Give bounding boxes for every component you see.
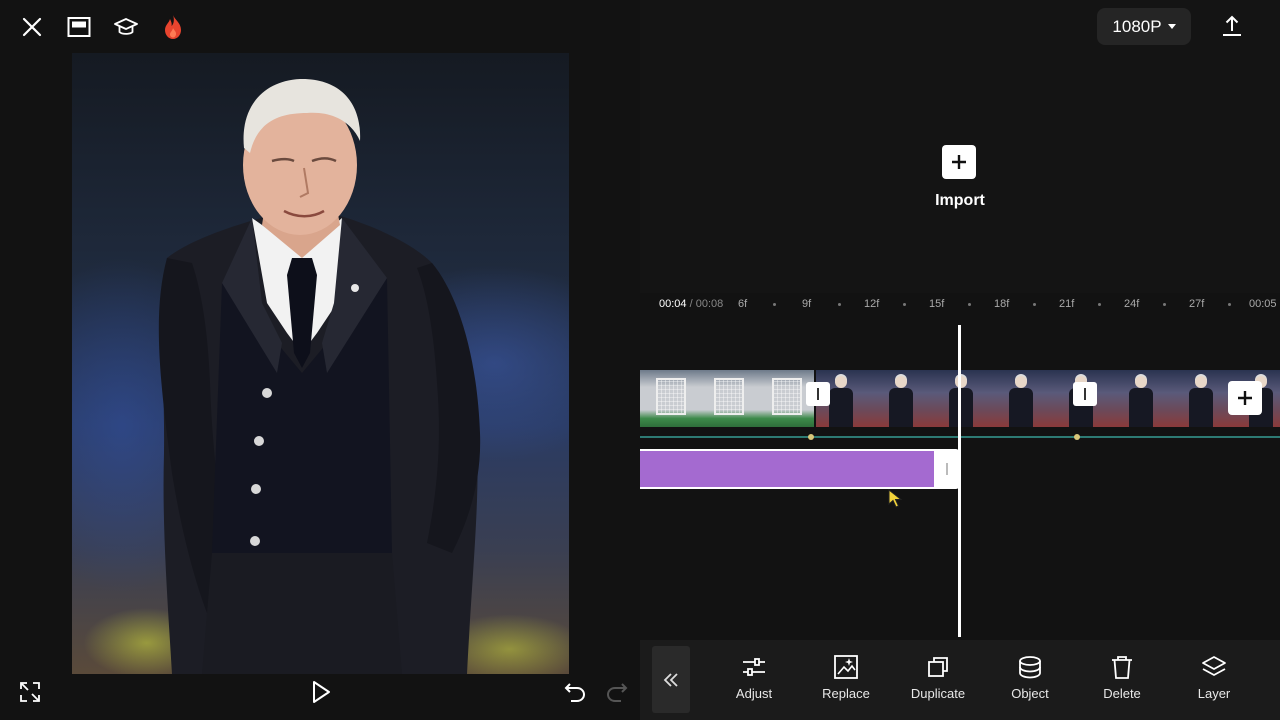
- current-time: 00:04: [659, 298, 687, 310]
- transition-marker[interactable]: [806, 382, 830, 406]
- redo-icon[interactable]: [604, 679, 630, 705]
- duplicate-icon: [928, 657, 948, 677]
- tool-duplicate[interactable]: Duplicate: [898, 654, 978, 701]
- total-time: 00:08: [695, 298, 724, 310]
- double-chevron-left-icon: [663, 672, 678, 687]
- fire-icon[interactable]: [158, 12, 188, 42]
- canvas-area: 1080P Import: [640, 0, 1280, 293]
- tick-dot: [1228, 303, 1231, 306]
- tool-label: Replace: [822, 686, 870, 701]
- tool-replace[interactable]: Replace: [806, 654, 886, 701]
- clip-thumbnail: [698, 370, 756, 427]
- clip-thumbnail: [640, 370, 698, 427]
- tick-dot: [838, 303, 841, 306]
- tick-dot: [773, 303, 776, 306]
- tick-dot: [1033, 303, 1036, 306]
- tick-label: 18f: [994, 298, 1010, 310]
- tool-adjust[interactable]: Adjust: [714, 654, 794, 701]
- close-icon[interactable]: [17, 12, 47, 42]
- tool-object[interactable]: Object: [990, 654, 1070, 701]
- collapse-toolbar-button[interactable]: [652, 646, 690, 713]
- tool-label: Delete: [1103, 686, 1141, 701]
- replace-icon: [834, 655, 858, 679]
- overlay-clip[interactable]: [640, 449, 936, 489]
- chevron-down-icon: [1167, 24, 1176, 29]
- graduation-cap-icon[interactable]: [111, 12, 141, 42]
- tool-label: Layer: [1197, 686, 1231, 701]
- import-label: Import: [935, 192, 985, 209]
- resolution-label: 1080P: [1112, 16, 1162, 36]
- time-ruler[interactable]: 00:04 / 00:08 6f 9f 12f 15f 18f 21f 24f …: [640, 293, 1280, 317]
- tool-label: Object: [1011, 686, 1049, 701]
- add-clip-button[interactable]: [1228, 381, 1262, 415]
- video-preview[interactable]: [72, 53, 569, 674]
- tick-dot: [1163, 303, 1166, 306]
- clip-thumbnail: [1116, 370, 1176, 427]
- preview-photo: [158, 78, 481, 674]
- tick-label: 21f: [1059, 298, 1075, 310]
- keyframe-dot[interactable]: [1074, 434, 1080, 440]
- tool-label: Adjust: [735, 686, 773, 701]
- tick-label: 27f: [1189, 298, 1205, 310]
- playhead[interactable]: [958, 325, 961, 637]
- tick-label: 6f: [738, 298, 748, 310]
- editor-panel: 1080P Import 00:04 / 00:08 6f 9f 12f 15f…: [640, 0, 1280, 720]
- tick-label: 15f: [929, 298, 945, 310]
- pointer-cursor-icon: [888, 489, 903, 508]
- trash-icon: [1112, 656, 1132, 679]
- undo-icon[interactable]: [562, 679, 588, 705]
- layers-icon: [1202, 656, 1226, 676]
- play-icon[interactable]: [308, 678, 334, 706]
- tool-layer[interactable]: Layer: [1174, 654, 1254, 701]
- export-icon[interactable]: [1219, 14, 1245, 40]
- clip-thumbnail: [936, 370, 996, 427]
- fullscreen-icon[interactable]: [18, 680, 42, 704]
- tick-dot: [903, 303, 906, 306]
- import-button[interactable]: [942, 145, 976, 179]
- object-icon: [1019, 656, 1041, 679]
- tick-label: 24f: [1124, 298, 1140, 310]
- tick-label: 9f: [802, 298, 812, 310]
- keyframe-dot[interactable]: [808, 434, 814, 440]
- tick-dot: [1098, 303, 1101, 306]
- clip-thumbnail: [996, 370, 1056, 427]
- tick-label: 00:05: [1249, 298, 1277, 310]
- layout-icon[interactable]: [64, 12, 94, 42]
- clip-thumbnail: [876, 370, 936, 427]
- sliders-icon: [743, 658, 765, 676]
- tool-label: Duplicate: [910, 686, 966, 701]
- timeline[interactable]: 00:04 / 00:08 6f 9f 12f 15f 18f 21f 24f …: [640, 293, 1280, 640]
- tool-delete[interactable]: Delete: [1082, 654, 1162, 701]
- tick-dot: [968, 303, 971, 306]
- timecode: 00:04 / 00:08: [659, 298, 723, 310]
- resolution-dropdown[interactable]: 1080P: [1097, 8, 1191, 45]
- transition-marker[interactable]: [1073, 382, 1097, 406]
- clip-thumbnail: [1176, 370, 1236, 427]
- bottom-toolbar: Adjust Replace Duplicate Object Delete L…: [640, 640, 1280, 720]
- time-separator: /: [686, 298, 696, 310]
- tick-label: 12f: [864, 298, 880, 310]
- preview-panel: [0, 0, 640, 720]
- overlay-trim-handle[interactable]: [935, 449, 959, 489]
